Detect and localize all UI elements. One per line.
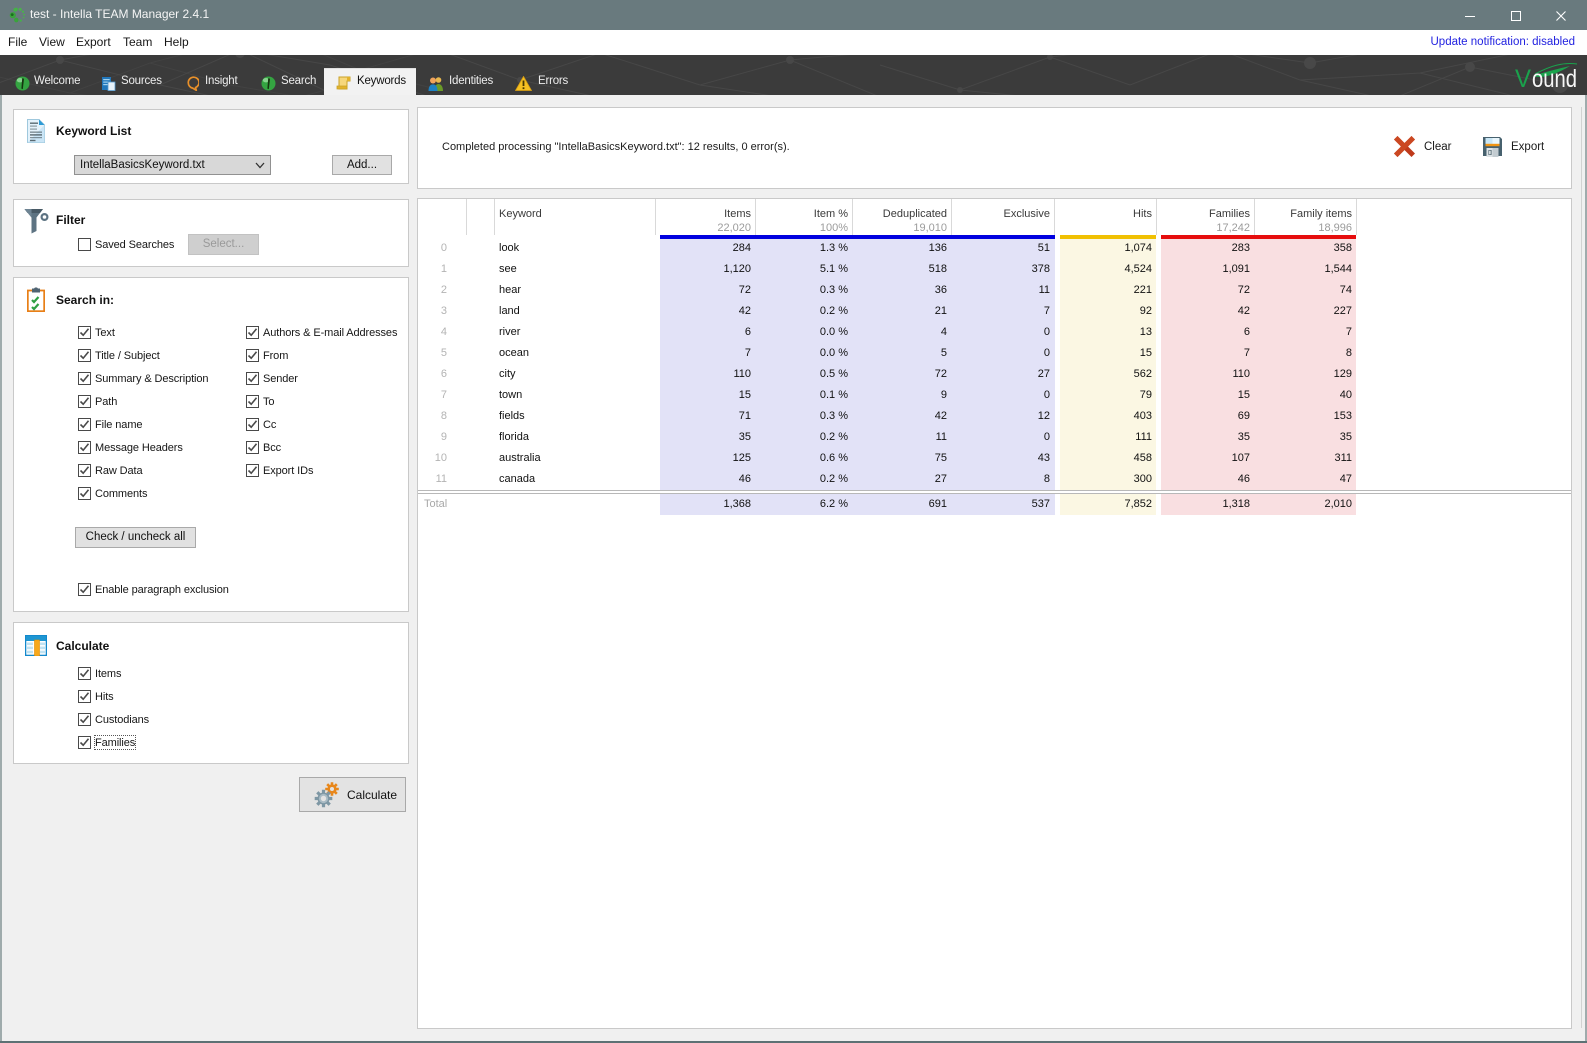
svg-text:ound: ound bbox=[1532, 65, 1577, 93]
svg-text:V: V bbox=[1515, 65, 1531, 93]
